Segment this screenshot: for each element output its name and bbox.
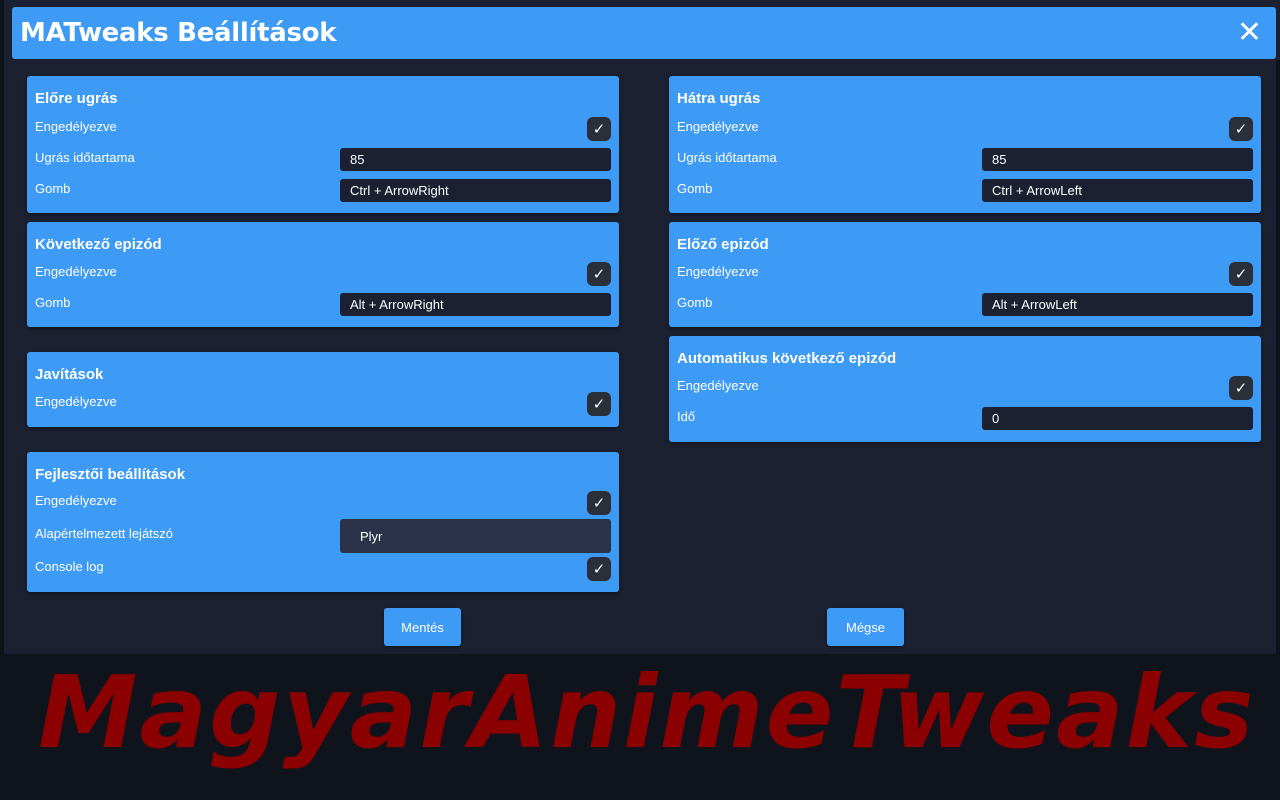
card-prev-episode: Előző epizód Engedélyezve ✓ Gomb Alt + A… [669, 222, 1261, 327]
dialog-header: MATweaks Beállítások ✕ [12, 7, 1276, 59]
console-log-label: Console log [35, 559, 104, 574]
card-title: Javítások [35, 366, 104, 383]
enabled-label: Engedélyezve [35, 394, 117, 409]
duration-label: Ugrás időtartama [677, 150, 777, 165]
cancel-button[interactable]: Mégse [827, 608, 904, 646]
time-label: Idő [677, 409, 696, 424]
card-title: Előző epizód [677, 236, 769, 253]
duration-label: Ugrás időtartama [35, 150, 135, 165]
default-player-label: Alapértelmezett lejátszó [35, 526, 174, 541]
save-button[interactable]: Mentés [384, 608, 461, 646]
default-player-select[interactable]: Plyr [340, 519, 611, 553]
backward-duration-input[interactable]: 85 [982, 148, 1253, 171]
card-forward-skip: Előre ugrás Engedélyezve ✓ Ugrás időtart… [27, 76, 619, 213]
enabled-label: Engedélyezve [35, 119, 117, 134]
enabled-label: Engedélyezve [677, 264, 759, 279]
settings-dialog: MATweaks Beállítások ✕ Előre ugrás Enged… [4, 0, 1280, 654]
fixes-enabled-checkbox[interactable]: ✓ [587, 392, 611, 416]
prev-key-input[interactable]: Alt + ArrowLeft [982, 293, 1253, 316]
key-label: Gomb [35, 295, 71, 310]
card-title: Fejlesztői beállítások [35, 466, 186, 483]
card-backward-skip: Hátra ugrás Engedélyezve ✓ Ugrás időtart… [669, 76, 1261, 213]
dev-enabled-checkbox[interactable]: ✓ [587, 491, 611, 515]
backward-enabled-checkbox[interactable]: ✓ [1229, 117, 1253, 141]
card-title: Hátra ugrás [677, 90, 761, 107]
card-title: Automatikus következő epizód [677, 350, 897, 367]
close-icon[interactable]: ✕ [1237, 18, 1262, 48]
forward-key-input[interactable]: Ctrl + ArrowRight [340, 179, 611, 202]
enabled-label: Engedélyezve [677, 119, 759, 134]
card-fixes: Javítások Engedélyezve ✓ [27, 352, 619, 427]
forward-enabled-checkbox[interactable]: ✓ [587, 117, 611, 141]
card-next-episode: Következő epizód Engedélyezve ✓ Gomb Alt… [27, 222, 619, 327]
key-label: Gomb [677, 181, 713, 196]
next-enabled-checkbox[interactable]: ✓ [587, 262, 611, 286]
dialog-title: MATweaks Beállítások [20, 18, 337, 48]
auto-next-time-input[interactable]: 0 [982, 407, 1253, 430]
brand-banner: MagyarAnimeTweaks [0, 654, 1280, 800]
enabled-label: Engedélyezve [677, 378, 759, 393]
card-developer-settings: Fejlesztői beállítások Engedélyezve ✓ Al… [27, 452, 619, 592]
auto-next-enabled-checkbox[interactable]: ✓ [1229, 376, 1253, 400]
backward-key-input[interactable]: Ctrl + ArrowLeft [982, 179, 1253, 202]
key-label: Gomb [677, 295, 713, 310]
card-title: Következő epizód [35, 236, 162, 253]
console-log-checkbox[interactable]: ✓ [587, 557, 611, 581]
prev-enabled-checkbox[interactable]: ✓ [1229, 262, 1253, 286]
key-label: Gomb [35, 181, 71, 196]
enabled-label: Engedélyezve [35, 264, 117, 279]
enabled-label: Engedélyezve [35, 493, 117, 508]
card-auto-next-episode: Automatikus következő epizód Engedélyezv… [669, 336, 1261, 442]
next-key-input[interactable]: Alt + ArrowRight [340, 293, 611, 316]
dialog-edge [1276, 60, 1280, 654]
card-title: Előre ugrás [35, 90, 118, 107]
forward-duration-input[interactable]: 85 [340, 148, 611, 171]
brand-logo-text: MagyarAnimeTweaks [38, 654, 1256, 771]
